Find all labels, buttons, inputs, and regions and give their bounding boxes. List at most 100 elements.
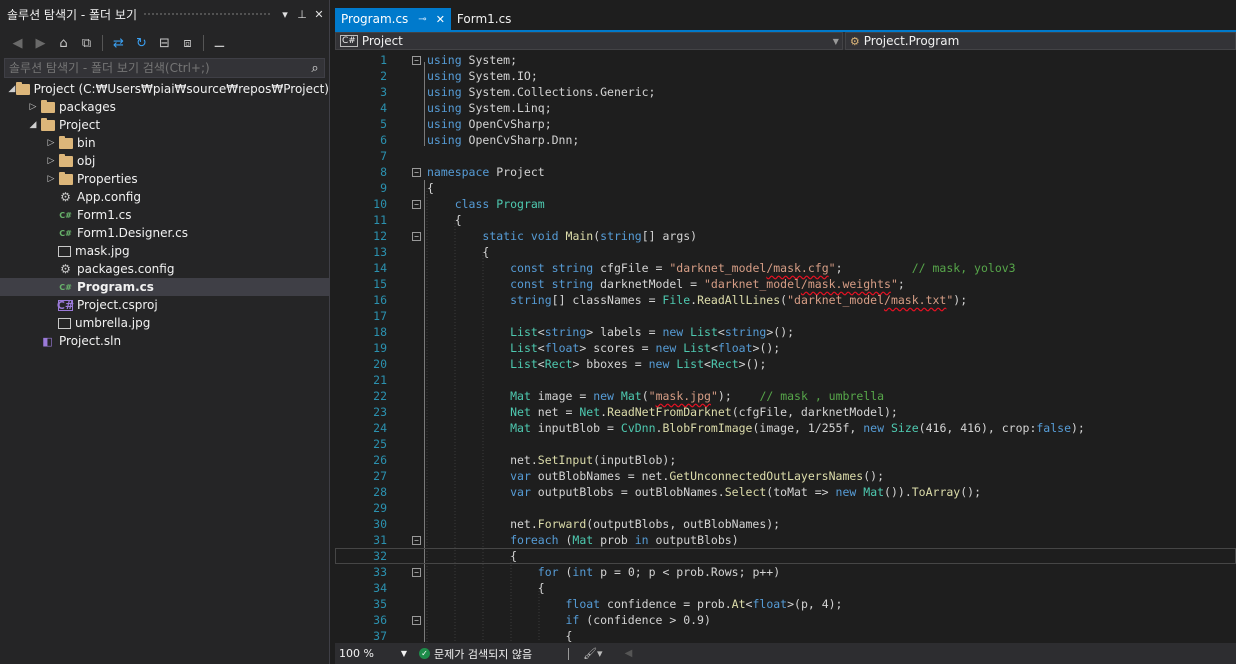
code-line: 13 { <box>335 244 1236 260</box>
csharp-project-icon: C# <box>340 35 358 47</box>
code-line: 12− static void Main(string[] args) <box>335 228 1236 244</box>
line-number: 28 <box>373 485 387 499</box>
show-all-files-icon[interactable]: ⧈ <box>178 34 197 53</box>
code-line: 18 List<string> labels = new List<string… <box>335 324 1236 340</box>
chevron-down-icon[interactable]: ▼ <box>833 37 839 46</box>
line-number: 6 <box>380 133 387 147</box>
code-text: class Program <box>454 197 545 211</box>
project-dropdown-value: Project <box>361 34 403 48</box>
editor-tab-strip: Program.cs ⊸ ✕ Form1.cs <box>335 8 1236 30</box>
window-menu-icon[interactable]: ▾ <box>278 8 292 21</box>
tree-node-program-cs[interactable]: C# Program.cs <box>0 278 329 296</box>
line-number: 12 <box>373 229 387 243</box>
solution-explorer-search[interactable]: ⌕ <box>4 58 325 78</box>
scroll-left-icon[interactable]: ◀ <box>625 648 633 659</box>
search-icon[interactable]: ⌕ <box>306 61 324 76</box>
expand-arrow-icon[interactable]: ▷ <box>44 138 58 148</box>
type-dropdown-value: Project.Program <box>863 34 960 48</box>
tree-node-label: Form1.cs <box>77 208 132 222</box>
line-number: 5 <box>380 117 387 131</box>
close-icon[interactable]: ✕ <box>312 8 326 21</box>
tree-node-properties[interactable]: ▷ Properties <box>0 170 329 188</box>
expand-arrow-icon[interactable]: ▷ <box>26 102 40 112</box>
tree-node-project-root[interactable]: ◢ Project (C:₩Users₩piai₩source₩repos₩Pr… <box>0 80 329 98</box>
collapse-arrow-icon[interactable]: ◢ <box>26 120 40 130</box>
zoom-dropdown[interactable]: 100 % ▼ <box>335 647 411 660</box>
forward-icon[interactable]: ▶ <box>31 34 50 53</box>
refresh-icon[interactable]: ↻ <box>132 34 151 53</box>
tree-node-bin[interactable]: ▷ bin <box>0 134 329 152</box>
tab-program-cs[interactable]: Program.cs ⊸ ✕ <box>335 8 451 30</box>
folder-open-icon <box>40 117 55 132</box>
tree-node-label: Form1.Designer.cs <box>77 226 188 240</box>
close-tab-icon[interactable]: ✕ <box>436 13 445 26</box>
tree-node-obj[interactable]: ▷ obj <box>0 152 329 170</box>
code-cleanup-icon[interactable]: 🖌▾ <box>583 647 603 660</box>
collapse-all-icon[interactable]: ⊟ <box>155 34 174 53</box>
tree-node-label: Program.cs <box>77 280 154 294</box>
tree-node-label: umbrella.jpg <box>75 316 151 330</box>
code-text: List<string> labels = new List<string>()… <box>510 325 795 339</box>
code-line: 37 { <box>335 628 1236 642</box>
tree-node-form1-designer-cs[interactable]: C# Form1.Designer.cs <box>0 224 329 242</box>
tree-node-project-sln[interactable]: ◧ Project.sln <box>0 332 329 350</box>
code-line: 27 var outBlobNames = net.GetUnconnected… <box>335 468 1236 484</box>
tree-node-project-folder[interactable]: ◢ Project <box>0 116 329 134</box>
search-input[interactable] <box>9 61 306 75</box>
folder-open-icon <box>15 81 30 96</box>
line-number: 33 <box>373 565 387 579</box>
zoom-value: 100 % <box>339 647 374 660</box>
collapse-arrow-icon[interactable]: ◢ <box>8 84 16 94</box>
code-text: net.SetInput(inputBlob); <box>427 453 677 467</box>
back-icon[interactable]: ◀ <box>8 34 27 53</box>
config-file-icon: ⚙ <box>60 262 71 276</box>
line-number: 9 <box>380 181 387 195</box>
line-number: 10 <box>373 197 387 211</box>
folder-icon <box>40 99 55 114</box>
code-text: { <box>427 581 545 595</box>
csproj-file-icon: C# <box>56 298 75 312</box>
home-icon[interactable]: ⌂ <box>54 34 73 53</box>
tree-node-app-config[interactable]: ⚙ App.config <box>0 188 329 206</box>
code-editor[interactable]: 1− using System; 2 using System.IO; 3 using… <box>335 50 1236 642</box>
type-dropdown[interactable]: ⚙ Project.Program <box>844 32 1236 50</box>
tree-node-packages[interactable]: ▷ packages <box>0 98 329 116</box>
solution-file-icon: ◧ <box>42 334 53 348</box>
switch-views-icon[interactable]: ⧉ <box>77 34 96 53</box>
expand-arrow-icon[interactable]: ▷ <box>44 156 58 166</box>
tree-node-label: Project (C:₩Users₩piai₩source₩repos₩Proj… <box>33 82 329 96</box>
code-line: 16 string[] classNames = File.ReadAllLin… <box>335 292 1236 308</box>
code-line: 10− class Program <box>335 196 1236 212</box>
code-text: { <box>427 245 490 259</box>
code-text: string[] classNames = File.ReadAllLines(… <box>510 293 968 307</box>
code-line: 22 Mat image = new Mat("mask.jpg"); // m… <box>335 388 1236 404</box>
csharp-file-icon: C# <box>59 210 72 220</box>
tree-node-form1-cs[interactable]: C# Form1.cs <box>0 206 329 224</box>
properties-icon[interactable]: ⚊ <box>210 34 229 53</box>
code-text: var outBlobNames = net.GetUnconnectedOut… <box>510 469 885 483</box>
check-circle-icon: ✓ <box>419 648 430 659</box>
config-file-icon: ⚙ <box>60 190 71 204</box>
code-text: using System.Collections.Generic; <box>427 85 656 99</box>
tree-node-mask-jpg[interactable]: mask.jpg <box>0 242 329 260</box>
code-text: using OpenCvSharp; <box>427 117 552 131</box>
tree-node-packages-config[interactable]: ⚙ packages.config <box>0 260 329 278</box>
pin-icon[interactable]: ⊥ <box>295 8 309 21</box>
chevron-down-icon[interactable]: ▼ <box>401 649 407 658</box>
issues-indicator[interactable]: ✓ 문제가 검색되지 않음 <box>419 646 532 662</box>
project-dropdown[interactable]: C# Project ▼ <box>335 32 843 50</box>
line-number: 21 <box>373 373 387 387</box>
code-text: const string darknetModel = "darknet_mod… <box>510 277 905 291</box>
code-line: 34 { <box>335 580 1236 596</box>
issues-text: 문제가 검색되지 않음 <box>434 647 533 661</box>
line-number: 36 <box>373 613 387 627</box>
line-number: 15 <box>373 277 387 291</box>
sync-icon[interactable]: ⇄ <box>109 34 128 53</box>
pin-tab-icon[interactable]: ⊸ <box>418 14 426 25</box>
tab-form1-cs[interactable]: Form1.cs <box>451 8 518 30</box>
code-text: const string cfgFile = "darknet_model/ma… <box>510 261 1016 275</box>
tree-node-project-csproj[interactable]: C# Project.csproj <box>0 296 329 314</box>
tree-node-umbrella-jpg[interactable]: umbrella.jpg <box>0 314 329 332</box>
code-text: List<Rect> bboxes = new List<Rect>(); <box>510 357 767 371</box>
expand-arrow-icon[interactable]: ▷ <box>44 174 58 184</box>
